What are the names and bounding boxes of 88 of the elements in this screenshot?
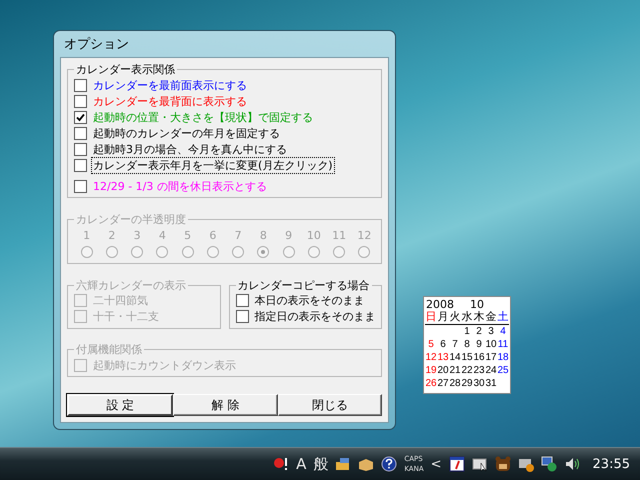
checkbox[interactable] [74,110,87,124]
group-title: 六輝カレンダーの表示 [75,278,187,292]
calendar-day[interactable]: 27 [437,377,449,390]
speaker-icon[interactable] [564,456,580,472]
radio-label: 6 [209,228,216,242]
weekday-label: 日 [425,311,437,325]
weekday-label: 土 [497,311,509,325]
radio-label: 2 [108,228,116,242]
calendar-day[interactable]: 12 [425,351,437,364]
calendar-day[interactable]: 10 [485,338,497,351]
checkbox-row[interactable]: 起動時のカレンダーの年月を固定する [74,125,281,141]
dialog-button[interactable]: 閉じる [278,394,382,416]
checkbox[interactable] [74,126,87,140]
weekday-label: 火 [449,311,461,325]
calendar-month: 10 [470,298,484,311]
weekday-label: 金 [485,311,497,325]
calendar-day[interactable]: 4 [497,325,509,338]
checkbox-row[interactable]: 起動時3月の場合、今月を真ん中にする [74,141,288,157]
check-icon [76,112,85,122]
group-title: カレンダーの半透明度 [75,212,187,227]
calendar-icon[interactable] [448,456,465,472]
calendar-day[interactable]: 7 [449,338,461,351]
dialog-button[interactable]: 解 除 [173,394,278,416]
calendar-day[interactable]: 18 [497,351,509,364]
calendar-day[interactable]: 22 [461,364,473,377]
checkbox-row[interactable]: 指定日の表示をそのまま [236,308,376,324]
calendar-day[interactable]: 6 [437,338,449,351]
radio-label: 3 [134,228,141,242]
window-title: オプション [63,36,130,54]
calendar-day[interactable]: 20 [437,364,449,377]
radio-label: 12 [357,228,372,242]
group-title: カレンダー表示関係 [75,62,176,77]
calendar-day[interactable]: 13 [437,351,449,364]
checkbox-row[interactable]: カレンダー表示年月を一挙に変更(月左クリック) [74,157,334,173]
checkbox[interactable] [74,94,87,108]
ime-mode[interactable]: A [296,455,306,473]
calendar-day[interactable]: 21 [449,364,461,377]
radio-label: 4 [158,228,166,242]
calendar-day[interactable]: 3 [485,325,497,338]
calendar-day[interactable]: 23 [473,364,485,377]
radio-label: 10 [306,228,321,242]
calendar-day[interactable]: 25 [497,364,509,377]
calendar-day[interactable]: 29 [461,377,473,390]
group-title: カレンダーコピーする場合 [236,278,370,292]
help-icon[interactable] [381,456,398,472]
checkbox[interactable] [74,158,87,172]
calendar-day[interactable]: 30 [473,377,485,390]
calendar-day[interactable]: 24 [485,364,497,377]
calendar-day[interactable]: 28 [449,377,461,390]
group-title: 付属機能関係 [75,342,143,358]
calendar-day[interactable]: 1 [461,325,473,338]
bear-icon[interactable] [494,456,511,472]
checkbox-row[interactable]: 本日の表示をそのまま [236,292,366,308]
calendar-day[interactable]: 2 [473,325,485,338]
checkbox[interactable] [74,78,87,92]
radio-label: 5 [184,228,192,242]
checkbox[interactable] [74,142,87,156]
weekday-label: 月 [437,311,449,325]
calendar-day[interactable]: 8 [461,338,473,351]
checkbox[interactable] [74,180,87,192]
clock[interactable]: 23:55 [592,456,630,472]
calendar-day[interactable]: 14 [449,351,461,364]
radio-label: 8 [260,228,267,242]
checkbox-row[interactable]: カレンダーを最前面表示にする [74,77,248,93]
checkbox-row[interactable]: カレンダーを最背面に表示する [74,93,248,109]
calendar-day[interactable]: 15 [461,351,473,364]
radio-label: 1 [83,228,90,242]
calendar-day[interactable]: 16 [473,351,485,364]
calendar-day[interactable]: 26 [425,377,437,390]
show-hidden-icons[interactable]: < [430,456,442,472]
radio-label: 11 [332,228,346,242]
dialog-button[interactable]: 設 定 [67,394,174,416]
window-cursor-icon[interactable] [472,456,488,472]
calendar-day[interactable]: 9 [473,338,485,351]
radio-label: 7 [234,228,242,242]
weekday-label: 木 [473,311,485,325]
calendar-day[interactable]: 17 [485,351,497,364]
calendar-day[interactable]: 5 [425,338,437,351]
checkbox[interactable] [236,310,248,323]
calendar-year: 2008 [426,298,454,311]
ime-input-mode[interactable]: 般 [313,454,328,474]
calendar-day[interactable]: 11 [497,338,509,351]
calendar-day[interactable]: 31 [485,377,497,390]
weekday-label: 水 [461,311,473,325]
checkbox[interactable] [236,294,248,307]
radio-label: 9 [285,228,292,242]
calendar-day[interactable]: 19 [425,364,437,377]
network-icon[interactable] [540,456,557,472]
